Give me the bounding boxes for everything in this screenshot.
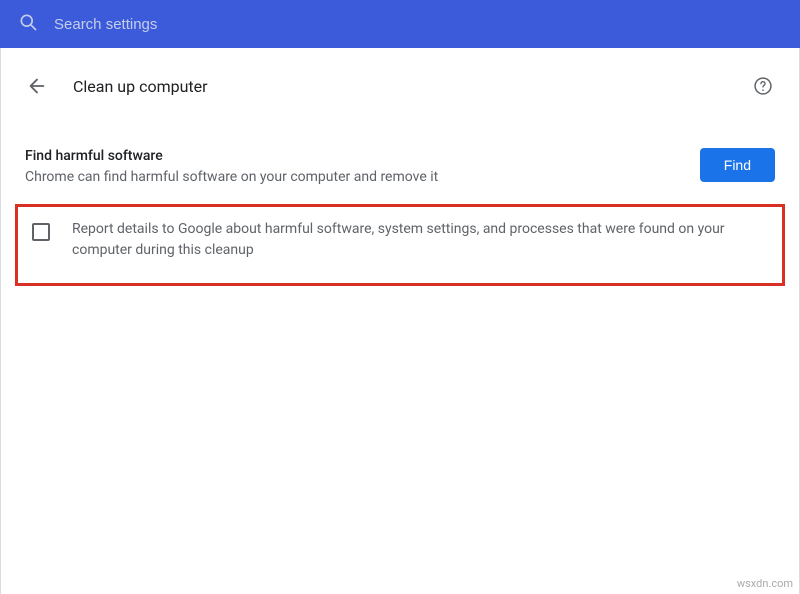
report-checkbox-label: Report details to Google about harmful s… — [72, 219, 770, 261]
find-button[interactable]: Find — [700, 148, 775, 182]
section-row: Find harmful software Chrome can find ha… — [25, 148, 775, 188]
section-title: Find harmful software — [25, 148, 676, 164]
section-description: Chrome can find harmful software on your… — [25, 168, 676, 188]
settings-search-bar — [0, 0, 800, 48]
page-header: Clean up computer — [1, 48, 799, 116]
watermark: wsxdn.com — [737, 577, 793, 590]
report-option-highlight: Report details to Google about harmful s… — [15, 204, 785, 286]
arrow-left-icon — [26, 75, 48, 97]
content-area: Clean up computer Find harmful software … — [0, 48, 800, 594]
help-icon — [753, 76, 773, 96]
section-text: Find harmful software Chrome can find ha… — [25, 148, 676, 188]
search-icon — [18, 12, 38, 36]
page-title: Clean up computer — [73, 77, 727, 96]
back-arrow-button[interactable] — [25, 74, 49, 98]
help-button[interactable] — [751, 74, 775, 98]
search-input[interactable] — [54, 16, 782, 33]
report-checkbox[interactable] — [32, 223, 50, 241]
find-harmful-software-section: Find harmful software Chrome can find ha… — [1, 116, 799, 188]
